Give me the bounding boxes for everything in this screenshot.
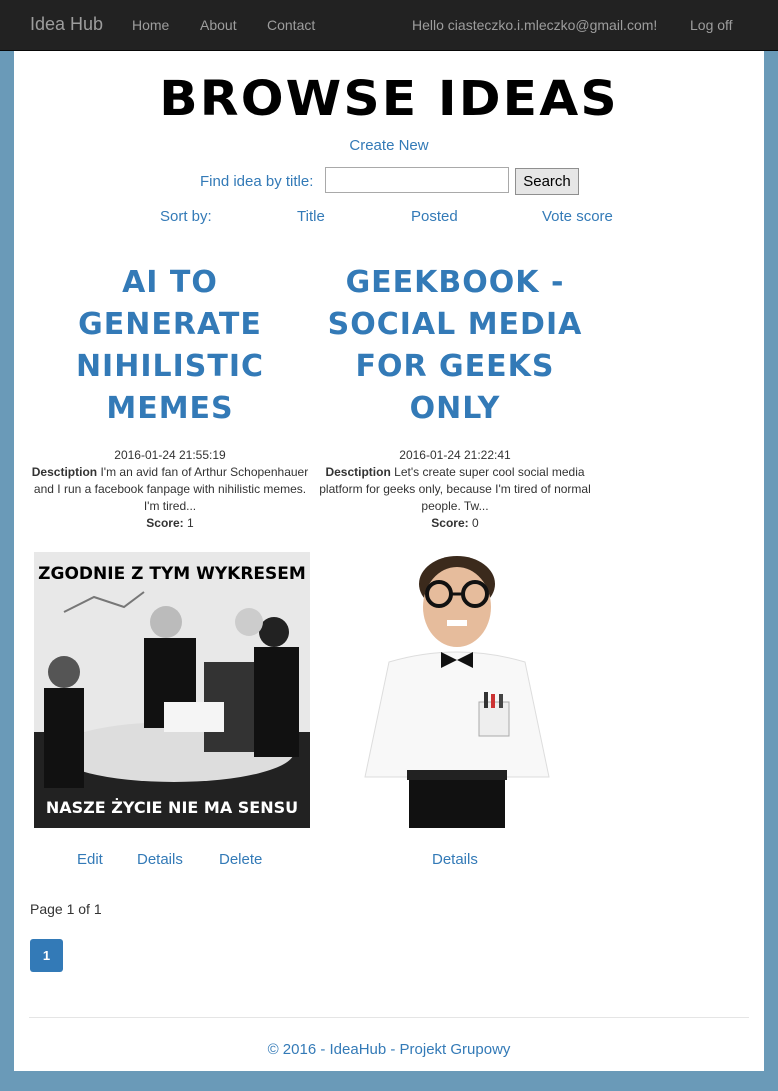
- details-link[interactable]: Details: [432, 851, 478, 868]
- sort-label: Sort by:: [160, 208, 212, 225]
- nav-about[interactable]: About: [200, 17, 237, 33]
- meme-bottom-text: NASZE ŻYCIE NIE MA SENSU: [45, 798, 299, 817]
- idea-card: AI to generate nihilistic memes 2016-01-…: [25, 261, 315, 532]
- nav-home[interactable]: Home: [132, 17, 169, 33]
- meme-top-text: ZGODNIE Z TYM WYKRESEM: [38, 564, 306, 584]
- idea-score: Score: 1: [25, 515, 315, 532]
- idea-date: 2016-01-24 21:22:41: [399, 448, 511, 462]
- search-input[interactable]: [325, 167, 509, 193]
- idea-score: Score: 0: [310, 515, 600, 532]
- footer-text: © 2016 - IdeaHub - Projekt Grupowy: [267, 1041, 511, 1058]
- sort-score-link[interactable]: Vote score: [542, 208, 613, 225]
- logoff-link[interactable]: Log off: [690, 17, 733, 33]
- score-value: 1: [187, 516, 194, 530]
- page-1-button[interactable]: 1: [30, 939, 63, 972]
- footer-divider: [29, 1017, 749, 1018]
- pagination-text: Page 1 of 1: [30, 901, 102, 917]
- sort-title-link[interactable]: Title: [297, 208, 325, 225]
- user-greeting[interactable]: Hello ciasteczko.i.mleczko@gmail.com!: [412, 17, 657, 33]
- meme-graphic: [34, 552, 310, 828]
- score-label: Score:: [146, 516, 184, 530]
- idea-title[interactable]: Geekbook - Social media for geeks only: [310, 261, 600, 431]
- brand-link[interactable]: Idea Hub: [30, 14, 103, 35]
- idea-image-geek[interactable]: [319, 552, 595, 828]
- sort-posted-link[interactable]: Posted: [411, 208, 458, 225]
- search-label: Find idea by title:: [200, 173, 314, 190]
- idea-image-meme[interactable]: ZGODNIE Z TYM WYKRESEM NASZE ŻYCIE NIE M…: [34, 552, 310, 828]
- navbar: Idea Hub Home About Contact Hello ciaste…: [0, 0, 778, 51]
- idea-card: Geekbook - Social media for geeks only 2…: [310, 261, 600, 532]
- description-label: Desctiption: [31, 465, 98, 479]
- score-label: Score:: [431, 516, 469, 530]
- idea-description: Desctiption I'm an avid fan of Arthur Sc…: [25, 464, 315, 515]
- edit-link[interactable]: Edit: [77, 851, 103, 868]
- idea-date: 2016-01-24 21:55:19: [114, 448, 226, 462]
- main-container: BROWSE IDEAS Create New Find idea by tit…: [14, 51, 764, 1071]
- geek-graphic: [319, 552, 595, 828]
- page-title: BROWSE IDEAS: [159, 71, 619, 127]
- search-button[interactable]: Search: [515, 168, 579, 195]
- details-link[interactable]: Details: [137, 851, 183, 868]
- nav-contact[interactable]: Contact: [267, 17, 315, 33]
- create-new-link: Create New: [14, 137, 764, 154]
- delete-link[interactable]: Delete: [219, 851, 262, 868]
- idea-description: Desctiption Let's create super cool soci…: [310, 464, 600, 515]
- create-new-label[interactable]: Create New: [349, 137, 428, 154]
- description-label: Desctiption: [325, 465, 391, 479]
- idea-title[interactable]: AI to generate nihilistic memes: [25, 261, 315, 431]
- score-value: 0: [472, 516, 479, 530]
